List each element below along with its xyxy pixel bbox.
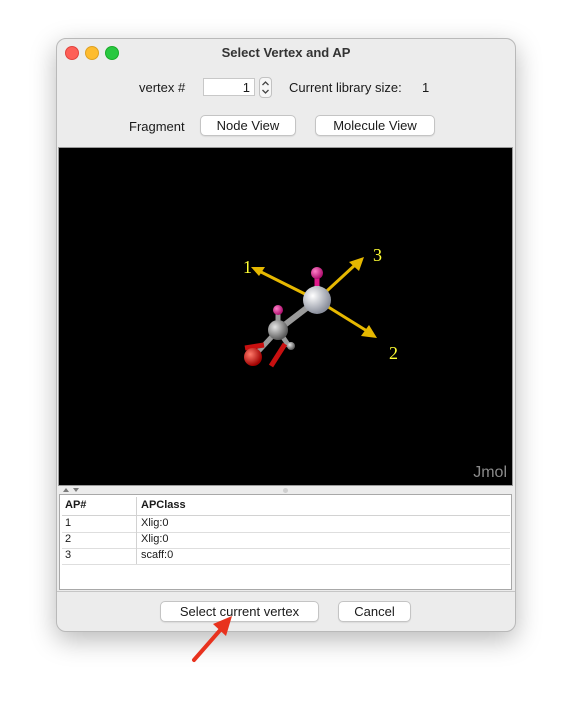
annotation-arrow-icon — [192, 616, 232, 662]
